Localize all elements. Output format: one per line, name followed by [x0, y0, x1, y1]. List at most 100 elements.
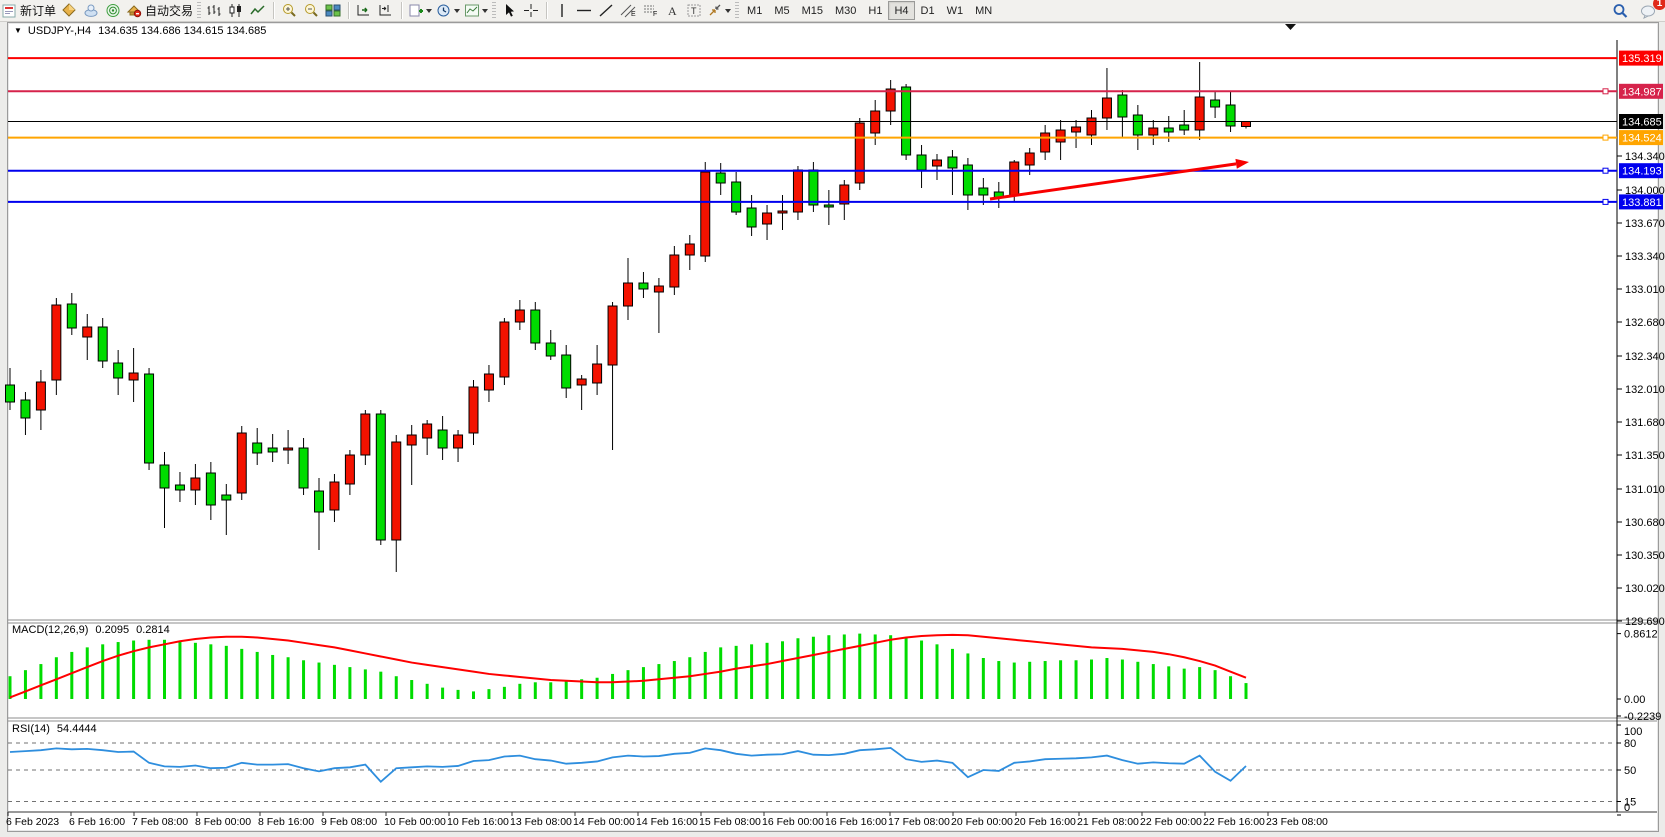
- macd-bar: [781, 641, 784, 699]
- tab-timeframe-m5[interactable]: M5: [768, 1, 795, 20]
- text-icon: A: [665, 3, 679, 18]
- periods-button[interactable]: [434, 1, 462, 20]
- hline-handle[interactable]: [1603, 135, 1608, 140]
- chart-shift-button[interactable]: [375, 1, 397, 20]
- auto-scroll-button[interactable]: [353, 1, 375, 20]
- main-toolbar: 新订单 自动交易: [0, 0, 1665, 22]
- candle-body: [83, 327, 92, 337]
- time-tick-label: 20 Feb 00:00: [951, 816, 1013, 828]
- tab-timeframe-h1[interactable]: H1: [862, 1, 888, 20]
- macd-bar: [611, 674, 614, 699]
- macd-bar: [1152, 664, 1155, 699]
- trendline-button[interactable]: [595, 1, 617, 20]
- candle-body: [330, 482, 339, 510]
- candle: [500, 318, 509, 385]
- bars-chart-icon: [206, 3, 222, 18]
- vertical-line-button[interactable]: [551, 1, 573, 20]
- tab-timeframe-m1[interactable]: M1: [741, 1, 768, 20]
- macd-bar: [101, 644, 104, 699]
- candle-body: [469, 387, 478, 433]
- candle-body: [778, 211, 787, 213]
- tab-timeframe-d1[interactable]: D1: [915, 1, 941, 20]
- svg-text:T: T: [691, 6, 697, 16]
- arrows-button[interactable]: [705, 1, 733, 20]
- profile-button[interactable]: [80, 1, 102, 20]
- macd-bar: [472, 691, 475, 699]
- macd-bar: [256, 652, 259, 699]
- tab-timeframe-m30[interactable]: M30: [829, 1, 862, 20]
- tab-timeframe-w1[interactable]: W1: [941, 1, 970, 20]
- fibonacci-button[interactable]: F: [639, 1, 661, 20]
- hline-handle[interactable]: [1603, 199, 1608, 204]
- market-watch-button[interactable]: [58, 1, 80, 20]
- text-button[interactable]: A: [661, 1, 683, 20]
- macd-bar: [426, 684, 429, 699]
- new-order-button[interactable]: 新订单: [0, 1, 58, 20]
- line-chart-button[interactable]: [247, 1, 269, 20]
- time-tick-label: 13 Feb 08:00: [510, 816, 572, 828]
- tile-windows-button[interactable]: [322, 1, 344, 20]
- equidistant-channel-button[interactable]: E: [617, 1, 639, 20]
- chart-ohlc-values: 134.635 134.686 134.615 134.685: [98, 25, 266, 37]
- candle-body: [1195, 97, 1204, 130]
- signal-button[interactable]: [102, 1, 124, 20]
- macd-bar: [812, 637, 815, 699]
- price-badge-label: 134.524: [1622, 133, 1662, 145]
- price-tick-label: 133.670: [1625, 218, 1665, 230]
- macd-bar: [318, 663, 321, 699]
- candle-body: [593, 364, 602, 383]
- candle-body: [1149, 128, 1158, 135]
- macd-bar: [997, 661, 1000, 699]
- auto-trading-button[interactable]: 自动交易: [124, 1, 195, 20]
- macd-bar: [1229, 676, 1232, 699]
- new-chart-caret-icon: [426, 9, 432, 13]
- macd-bar: [178, 641, 181, 699]
- tab-timeframe-mn[interactable]: MN: [969, 1, 998, 20]
- candle-body: [624, 283, 633, 306]
- macd-bar: [1090, 660, 1093, 699]
- candle-body: [685, 244, 694, 255]
- time-tick-label: 16 Feb 00:00: [762, 816, 824, 828]
- zoom-in-button[interactable]: [278, 1, 300, 20]
- candle-body: [963, 165, 972, 195]
- macd-bar: [889, 635, 892, 699]
- tab-timeframe-m15[interactable]: M15: [796, 1, 829, 20]
- chart-canvas[interactable]: 6 Feb 20236 Feb 16:007 Feb 08:008 Feb 00…: [0, 0, 1665, 837]
- bars-chart-button[interactable]: [203, 1, 225, 20]
- hline-handle[interactable]: [1603, 168, 1608, 173]
- time-tick-label: 14 Feb 00:00: [573, 816, 635, 828]
- cursor-button[interactable]: [498, 1, 520, 20]
- price-tick-label: 131.010: [1625, 484, 1665, 496]
- candle-body: [763, 213, 772, 224]
- templates-button[interactable]: [462, 1, 490, 20]
- symbol-dropdown-icon[interactable]: ▼: [14, 26, 22, 35]
- new-chart-button[interactable]: [406, 1, 434, 20]
- macd-bar: [86, 647, 89, 699]
- macd-bar: [936, 644, 939, 699]
- chat-button[interactable]: 1: [1637, 1, 1659, 20]
- price-tick-label: 133.340: [1625, 251, 1665, 263]
- macd-bar: [457, 690, 460, 699]
- candle-body: [1056, 130, 1065, 142]
- candlestick-chart-icon: [228, 3, 244, 18]
- tab-timeframe-h4[interactable]: H4: [888, 1, 914, 20]
- macd-bar: [441, 688, 444, 699]
- zoom-out-icon: [303, 3, 319, 18]
- text-label-button[interactable]: T: [683, 1, 705, 20]
- horizontal-line-button[interactable]: [573, 1, 595, 20]
- macd-bar: [1105, 658, 1108, 699]
- candlestick-chart-button[interactable]: [225, 1, 247, 20]
- candle: [855, 118, 864, 190]
- candle-body: [1226, 105, 1235, 126]
- macd-bar: [379, 672, 382, 699]
- search-button[interactable]: [1609, 1, 1631, 20]
- macd-bar: [9, 676, 12, 699]
- candle-body: [948, 157, 957, 168]
- zoom-out-button[interactable]: [300, 1, 322, 20]
- hline-handle[interactable]: [1603, 89, 1608, 94]
- candle-body: [392, 442, 401, 540]
- crosshair-button[interactable]: [520, 1, 542, 20]
- macd-bar: [827, 635, 830, 699]
- candle-body: [639, 283, 648, 289]
- candle-body: [315, 491, 324, 512]
